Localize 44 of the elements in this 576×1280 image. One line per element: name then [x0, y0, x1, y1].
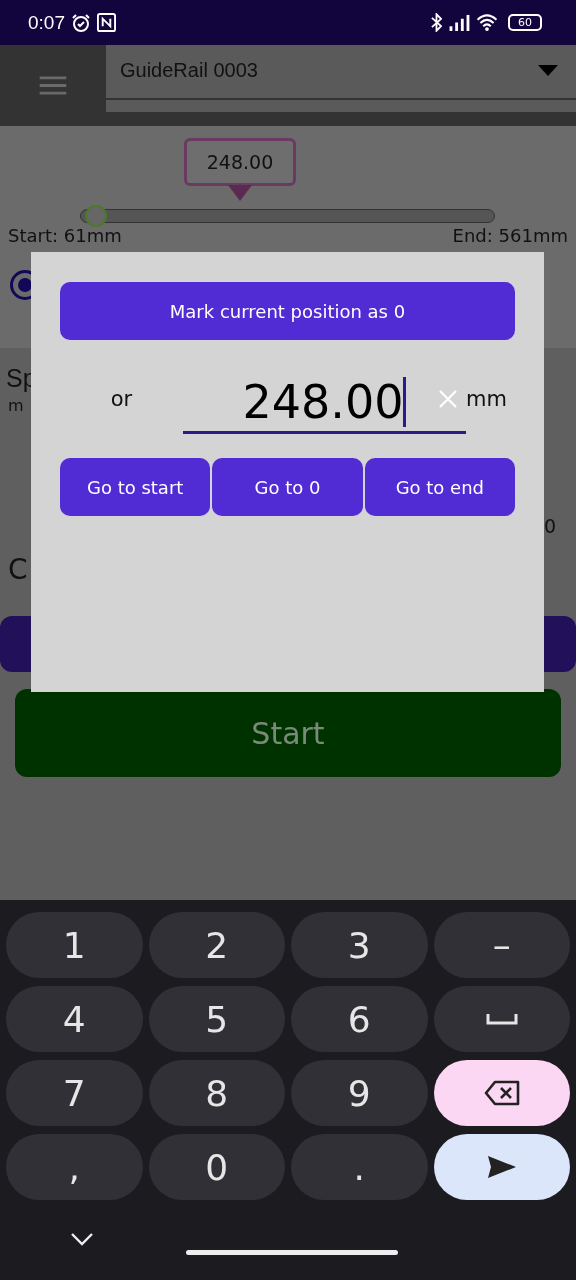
keyboard-key[interactable]: .: [291, 1134, 428, 1200]
battery-indicator: 60: [508, 14, 542, 31]
dropdown-arrow-icon: [538, 65, 558, 76]
menu-icon: [39, 76, 67, 95]
slider-thumb[interactable]: [85, 205, 108, 227]
keyboard-key[interactable]: 8: [148, 1060, 285, 1126]
go-button[interactable]: Go to start: [60, 458, 211, 516]
value-tooltip: 248.00: [184, 138, 296, 186]
keyboard-key[interactable]: 3: [291, 912, 428, 978]
keyboard-key[interactable]: 0: [148, 1134, 285, 1200]
tooltip-pointer-icon: [228, 185, 252, 201]
wifi-icon: [476, 14, 498, 31]
navigation-handle[interactable]: [186, 1250, 398, 1255]
unit-label: m: [8, 396, 24, 415]
send-icon: [486, 1155, 517, 1179]
start-label: Start: 61mm: [8, 225, 122, 246]
keyboard-key[interactable]: 6: [291, 986, 428, 1052]
keyboard-key[interactable]: 9: [291, 1060, 428, 1126]
keyboard-key[interactable]: ,: [6, 1134, 143, 1200]
signal-icon: [448, 14, 470, 31]
clock-time: 0:07: [28, 11, 65, 34]
keyboard-key[interactable]: 2: [148, 912, 285, 978]
mark-zero-button[interactable]: Mark current position as 0: [60, 282, 515, 340]
clear-icon[interactable]: [438, 389, 458, 409]
section-title: C: [8, 553, 28, 586]
end-label: End: 561mm: [452, 225, 568, 246]
value-text: 0: [543, 515, 556, 537]
start-button[interactable]: Start: [15, 689, 561, 777]
unit-label: mm: [466, 387, 507, 411]
backspace-icon: [483, 1080, 520, 1106]
keyboard-key[interactable]: –: [433, 912, 570, 978]
position-input[interactable]: 248.00: [183, 372, 466, 434]
keyboard-key[interactable]: 1: [6, 912, 143, 978]
bluetooth-icon: [431, 13, 442, 32]
go-button[interactable]: Go to 0: [212, 458, 363, 516]
keyboard-key[interactable]: 5: [148, 986, 285, 1052]
keyboard-key[interactable]: 4: [6, 986, 143, 1052]
chevron-down-icon[interactable]: [70, 1232, 94, 1246]
alarm-icon: [71, 12, 91, 33]
or-label: or: [109, 387, 134, 411]
space-icon: [485, 1013, 518, 1025]
keyboard-key[interactable]: 7: [6, 1060, 143, 1126]
nfc-icon: [97, 13, 116, 32]
go-button[interactable]: Go to end: [364, 458, 515, 516]
